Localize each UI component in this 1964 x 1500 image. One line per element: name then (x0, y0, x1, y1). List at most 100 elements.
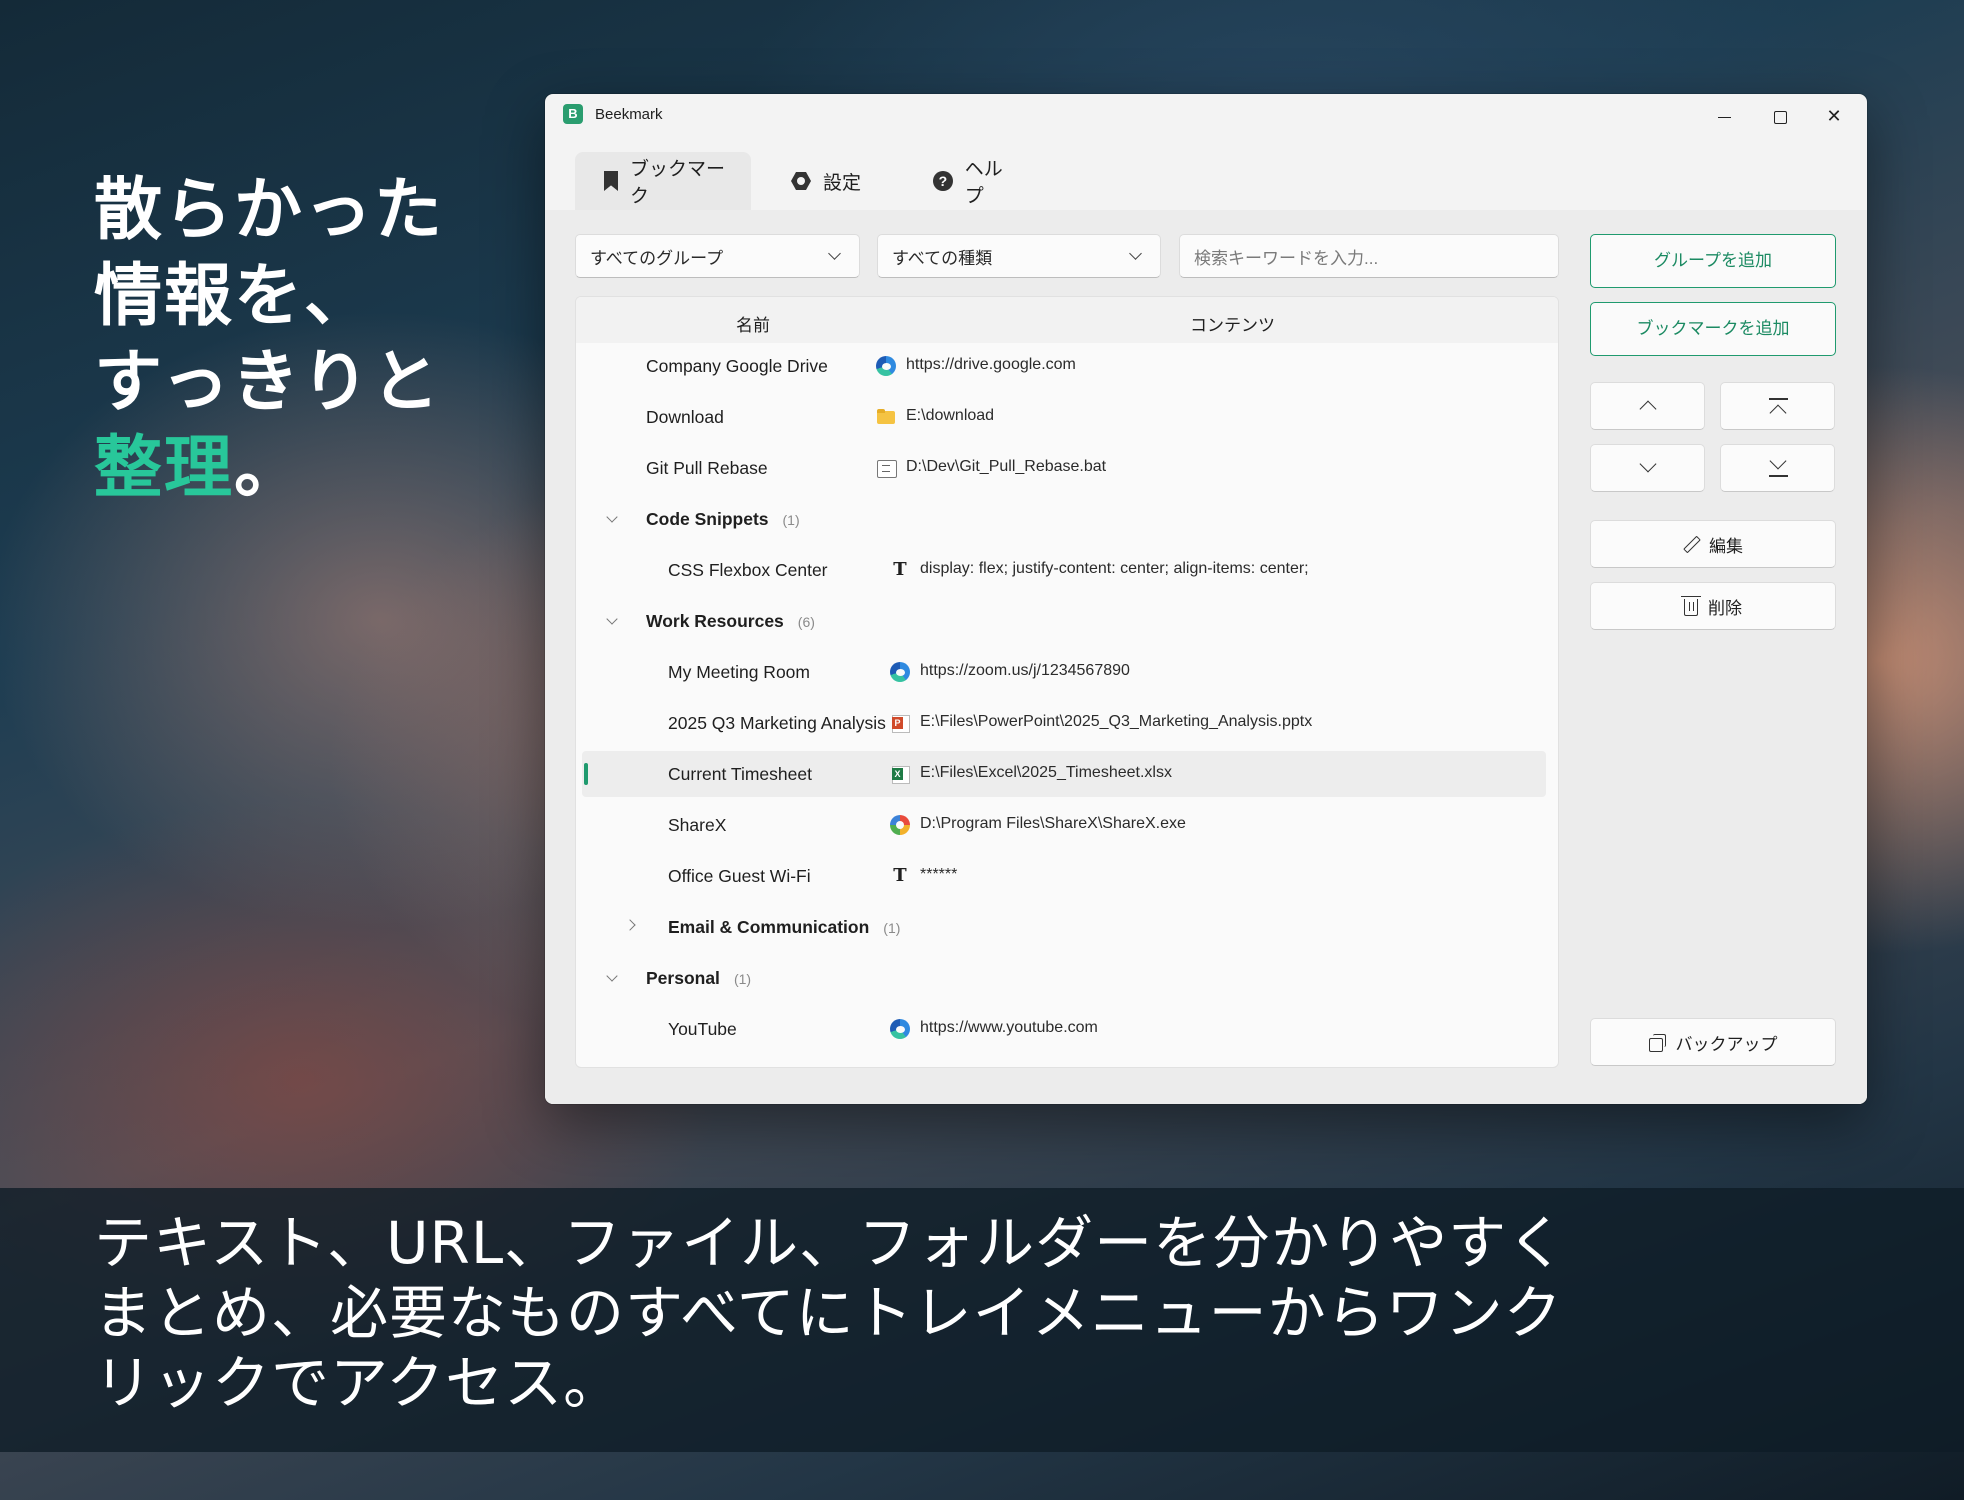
bookmarks-page: すべてのグループ すべての種類 検索キーワードを入力... 名前 コンテンツ C… (545, 210, 1867, 1104)
text-icon: T (893, 559, 907, 580)
pencil-icon (1683, 536, 1699, 552)
group-filter-dropdown[interactable]: すべてのグループ (575, 234, 860, 278)
sharex-icon (890, 815, 910, 835)
text-icon: T (893, 865, 907, 886)
top-bar-icon (1769, 398, 1788, 400)
group-label: Work Resources (646, 611, 784, 631)
backup-label: バックアップ (1675, 1034, 1778, 1054)
group-row[interactable]: Code Snippets (1) (582, 496, 1546, 542)
chevron-down-icon[interactable] (606, 613, 618, 625)
search-input[interactable]: 検索キーワードを入力... (1179, 234, 1559, 278)
add-group-button[interactable]: グループを追加 (1590, 234, 1836, 288)
close-button[interactable]: ✕ (1811, 100, 1857, 132)
bat-file-icon (876, 458, 897, 478)
bookmark-icon (601, 171, 618, 191)
title-bar[interactable]: B Beekmark ✕ (545, 94, 1867, 138)
excel-icon (890, 764, 910, 784)
bookmark-list: 名前 コンテンツ Company Google Drive https://dr… (575, 296, 1559, 1068)
group-name: Work Resources (6) (646, 611, 815, 632)
group-name: Code Snippets (1) (646, 509, 800, 530)
tab-label: 設定 (823, 172, 862, 194)
list-header: 名前 コンテンツ (576, 297, 1558, 343)
item-name: Current Timesheet (668, 764, 812, 784)
tab-settings[interactable]: 設定 (765, 152, 895, 210)
promo-headline: 散らかった 情報を、 すっきりと 整理。 (94, 168, 444, 512)
chevron-down-icon (1129, 247, 1142, 260)
group-label: Email & Communication (668, 917, 870, 937)
item-content: E:\Files\PowerPoint\2025_Q3_Marketing_An… (920, 713, 1313, 730)
item-name: My Meeting Room (668, 662, 810, 682)
group-label: Personal (646, 968, 720, 988)
chevron-down-icon[interactable] (606, 511, 618, 523)
chevron-down-icon[interactable] (606, 970, 618, 982)
backup-button[interactable]: バックアップ (1590, 1018, 1836, 1066)
app-title: Beekmark (595, 106, 663, 123)
move-down-button[interactable] (1590, 444, 1705, 492)
headline-accent: 整理 (94, 429, 235, 508)
column-header-content[interactable]: コンテンツ (1190, 311, 1275, 336)
item-content: https://www.youtube.com (920, 1019, 1098, 1036)
move-up-button[interactable] (1590, 382, 1705, 430)
maximize-button[interactable] (1757, 100, 1803, 132)
app-window: B Beekmark ✕ ブックマーク 設定 ? ヘルプ すべてのグループ すべ… (545, 94, 1867, 1104)
list-item[interactable]: ShareX D:\Program Files\ShareX\ShareX.ex… (582, 802, 1546, 848)
list-item-selected[interactable]: Current Timesheet E:\Files\Excel\2025_Ti… (582, 751, 1546, 797)
search-placeholder: 検索キーワードを入力... (1194, 248, 1379, 268)
app-logo-icon: B (563, 104, 583, 124)
backup-icon (1648, 1033, 1666, 1052)
item-name: 2025 Q3 Marketing Analysis (668, 713, 886, 733)
list-item[interactable]: Download E:\download (582, 394, 1546, 440)
list-item[interactable]: CSS Flexbox Center T display: flex; just… (582, 547, 1546, 593)
chevron-down-icon (1639, 455, 1657, 473)
minimize-button[interactable] (1701, 100, 1747, 132)
tab-help[interactable]: ? ヘルプ (907, 152, 1047, 210)
list-item[interactable]: Company Google Drive https://drive.googl… (582, 343, 1546, 389)
delete-button[interactable]: 削除 (1590, 582, 1836, 630)
list-item[interactable]: YouTube https://www.youtube.com (582, 1006, 1546, 1052)
group-count: (1) (782, 512, 800, 528)
move-to-bottom-button[interactable] (1720, 444, 1835, 492)
edit-label: 編集 (1709, 536, 1743, 556)
chevron-down-icon (1769, 452, 1787, 470)
bottom-bar-icon (1769, 475, 1788, 477)
item-content: ****** (920, 866, 958, 883)
group-name: Email & Communication (1) (668, 917, 900, 938)
list-item[interactable]: 2025 Q3 Marketing Analysis E:\Files\Powe… (582, 700, 1546, 746)
promo-caption: テキスト、URL、ファイル、フォルダーを分かりやすくまとめ、必要なものすべてにト… (94, 1209, 1567, 1417)
headline-line-4: 整理。 (94, 426, 444, 512)
column-header-name[interactable]: 名前 (736, 311, 770, 336)
headline-line-2: 情報を、 (94, 257, 375, 336)
chevron-right-icon[interactable] (624, 919, 636, 931)
tab-bookmarks[interactable]: ブックマーク (575, 152, 751, 210)
item-content: E:\Files\Excel\2025_Timesheet.xlsx (920, 764, 1172, 781)
trash-icon (1681, 596, 1701, 616)
item-name: ShareX (668, 815, 727, 835)
item-content: display: flex; justify-content: center; … (920, 560, 1309, 577)
group-row[interactable]: Work Resources (6) (582, 598, 1546, 644)
item-content: https://zoom.us/j/1234567890 (920, 662, 1130, 679)
add-bookmark-button[interactable]: ブックマークを追加 (1590, 302, 1836, 356)
delete-label: 削除 (1708, 598, 1742, 618)
move-to-top-button[interactable] (1720, 382, 1835, 430)
group-row[interactable]: Email & Communication (1) (582, 904, 1546, 950)
group-count: (1) (883, 920, 901, 936)
powerpoint-icon (890, 713, 910, 733)
item-name: Company Google Drive (646, 356, 828, 376)
group-label: Code Snippets (646, 509, 769, 529)
list-item[interactable]: My Meeting Room https://zoom.us/j/123456… (582, 649, 1546, 695)
item-name: YouTube (668, 1019, 737, 1039)
item-content: D:\Dev\Git_Pull_Rebase.bat (906, 458, 1107, 475)
edit-button[interactable]: 編集 (1590, 520, 1836, 568)
group-name: Personal (1) (646, 968, 751, 989)
headline-end: 。 (234, 429, 305, 508)
chevron-up-icon (1639, 400, 1657, 418)
headline-line-1: 散らかった (94, 171, 445, 250)
list-item[interactable]: Git Pull Rebase D:\Dev\Git_Pull_Rebase.b… (582, 445, 1546, 491)
group-count: (1) (733, 971, 752, 987)
type-filter-value: すべての種類 (892, 248, 993, 268)
gear-icon (791, 172, 811, 190)
group-row[interactable]: Personal (1) (582, 955, 1546, 1001)
item-content: D:\Program Files\ShareX\ShareX.exe (920, 815, 1186, 832)
list-item[interactable]: Office Guest Wi-Fi T ****** (582, 853, 1546, 899)
type-filter-dropdown[interactable]: すべての種類 (877, 234, 1161, 278)
